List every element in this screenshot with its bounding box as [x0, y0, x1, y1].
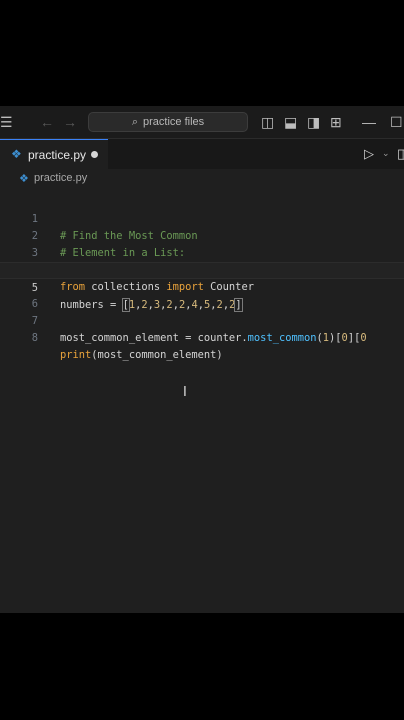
- toggle-sidebar-icon[interactable]: ◫: [261, 115, 274, 129]
- breadcrumb-file[interactable]: practice.py: [34, 172, 87, 184]
- minimize-icon[interactable]: —: [362, 115, 376, 129]
- search-text: practice files: [143, 116, 205, 128]
- python-file-icon: ❖: [11, 147, 22, 161]
- maximize-icon[interactable]: ☐: [390, 115, 403, 129]
- breadcrumb: ❖ practice.py: [0, 169, 404, 189]
- chevron-down-icon[interactable]: ⌄: [382, 148, 390, 159]
- customize-layout-icon[interactable]: ⊞: [330, 115, 342, 129]
- toggle-panel-icon[interactable]: ⬓: [284, 115, 297, 129]
- python-file-icon: ❖: [19, 173, 29, 185]
- search-icon: ⌕: [131, 115, 139, 128]
- play-icon[interactable]: ▷: [364, 146, 374, 162]
- line-code[interactable]: most_common_element = counter.most_commo…: [60, 330, 367, 347]
- command-center-search[interactable]: ⌕ practice files: [88, 112, 248, 132]
- text-cursor-icon: Ⅰ: [183, 385, 187, 400]
- arrow-left-icon[interactable]: ←: [40, 115, 54, 129]
- split-editor-icon[interactable]: ◫: [397, 146, 404, 162]
- code-line[interactable]: 7 most_common_element = counter.most_com…: [0, 296, 404, 344]
- code-line[interactable]: 2 # Element in a List:: [0, 211, 404, 259]
- arrow-right-icon[interactable]: →: [63, 115, 77, 129]
- code-line[interactable]: 8 print(most_common_element): [0, 313, 404, 361]
- unsaved-dot-icon[interactable]: [91, 151, 98, 158]
- tab-label: practice.py: [28, 148, 87, 162]
- hamburger-icon[interactable]: ☰: [0, 115, 13, 129]
- line-code[interactable]: print(most_common_element): [60, 347, 223, 364]
- code-editor[interactable]: 1 # Find the Most Common 2 # Element in …: [0, 189, 404, 613]
- editor-window: ☰ ← → ⌕ practice files ◫ ⬓ ◨ ⊞ — ☐ ❖ pra…: [0, 106, 404, 613]
- code-line[interactable]: 1 # Find the Most Common: [0, 194, 404, 242]
- title-bar: ☰ ← → ⌕ practice files ◫ ⬓ ◨ ⊞ — ☐: [0, 106, 404, 139]
- code-line[interactable]: 4 from collections import Counter: [0, 245, 404, 293]
- line-number: 8: [31, 332, 38, 344]
- tab-practice-py[interactable]: ❖ practice.py: [0, 139, 108, 169]
- tab-bar: ❖ practice.py ▷ ⌄ ◫: [0, 139, 404, 169]
- code-line[interactable]: 3: [0, 228, 404, 259]
- code-line[interactable]: 6: [0, 279, 404, 310]
- code-line-current[interactable]: 5 numbers = [1,2,3,2,2,4,5,2,2]: [0, 262, 404, 312]
- toggle-secondary-sidebar-icon[interactable]: ◨: [307, 115, 320, 129]
